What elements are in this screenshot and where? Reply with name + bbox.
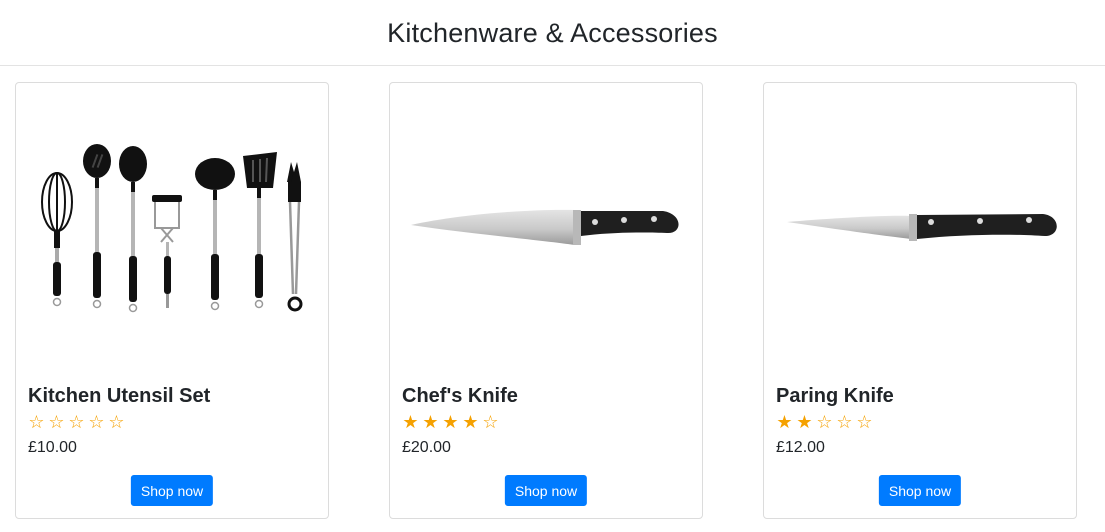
product-price: £20.00 [402, 439, 451, 456]
star-empty-icon: ☆ [68, 412, 85, 433]
product-card: Kitchen Utensil Set ☆ ☆ ☆ ☆ ☆ £10.00 Shop no… [15, 82, 329, 519]
star-rating: ☆ ☆ ☆ ☆ ☆ [27, 413, 126, 433]
page-title: Kitchenware & Accessories [387, 18, 718, 48]
star-filled-icon: ★ [442, 412, 459, 433]
star-empty-icon: ☆ [88, 412, 105, 433]
star-empty-icon: ☆ [856, 412, 873, 433]
star-empty-icon: ☆ [28, 412, 45, 433]
paring-knife-image[interactable] [765, 84, 1077, 374]
star-filled-icon: ★ [776, 412, 793, 433]
product-price: £10.00 [28, 439, 77, 456]
chefs-knife-image[interactable] [391, 84, 703, 374]
star-filled-icon: ★ [402, 412, 419, 433]
star-filled-icon: ★ [796, 412, 813, 433]
star-empty-icon: ☆ [482, 412, 499, 433]
star-empty-icon: ☆ [816, 412, 833, 433]
star-empty-icon: ☆ [48, 412, 65, 433]
star-rating: ★ ★ ★ ★ ☆ [401, 413, 500, 433]
product-card: Paring Knife ★ ★ ☆ ☆ ☆ £12.00 Shop now [763, 82, 1077, 519]
shop-now-button[interactable]: Shop now [130, 475, 214, 506]
star-empty-icon: ☆ [108, 412, 125, 433]
star-rating: ★ ★ ☆ ☆ ☆ [775, 413, 874, 433]
star-filled-icon: ★ [462, 412, 479, 433]
product-name: Kitchen Utensil Set [28, 385, 211, 407]
shop-now-button[interactable]: Shop now [878, 475, 962, 506]
product-name: Paring Knife [776, 385, 894, 407]
product-card: Chef's Knife ★ ★ ★ ★ ☆ £20.00 Shop now [389, 82, 703, 519]
product-price: £12.00 [776, 439, 825, 456]
utensil-set-image[interactable] [17, 84, 329, 374]
shop-now-button[interactable]: Shop now [504, 475, 588, 506]
page-header: Kitchenware & Accessories [0, 0, 1105, 66]
star-filled-icon: ★ [422, 412, 439, 433]
product-name: Chef's Knife [402, 385, 518, 407]
star-empty-icon: ☆ [836, 412, 853, 433]
